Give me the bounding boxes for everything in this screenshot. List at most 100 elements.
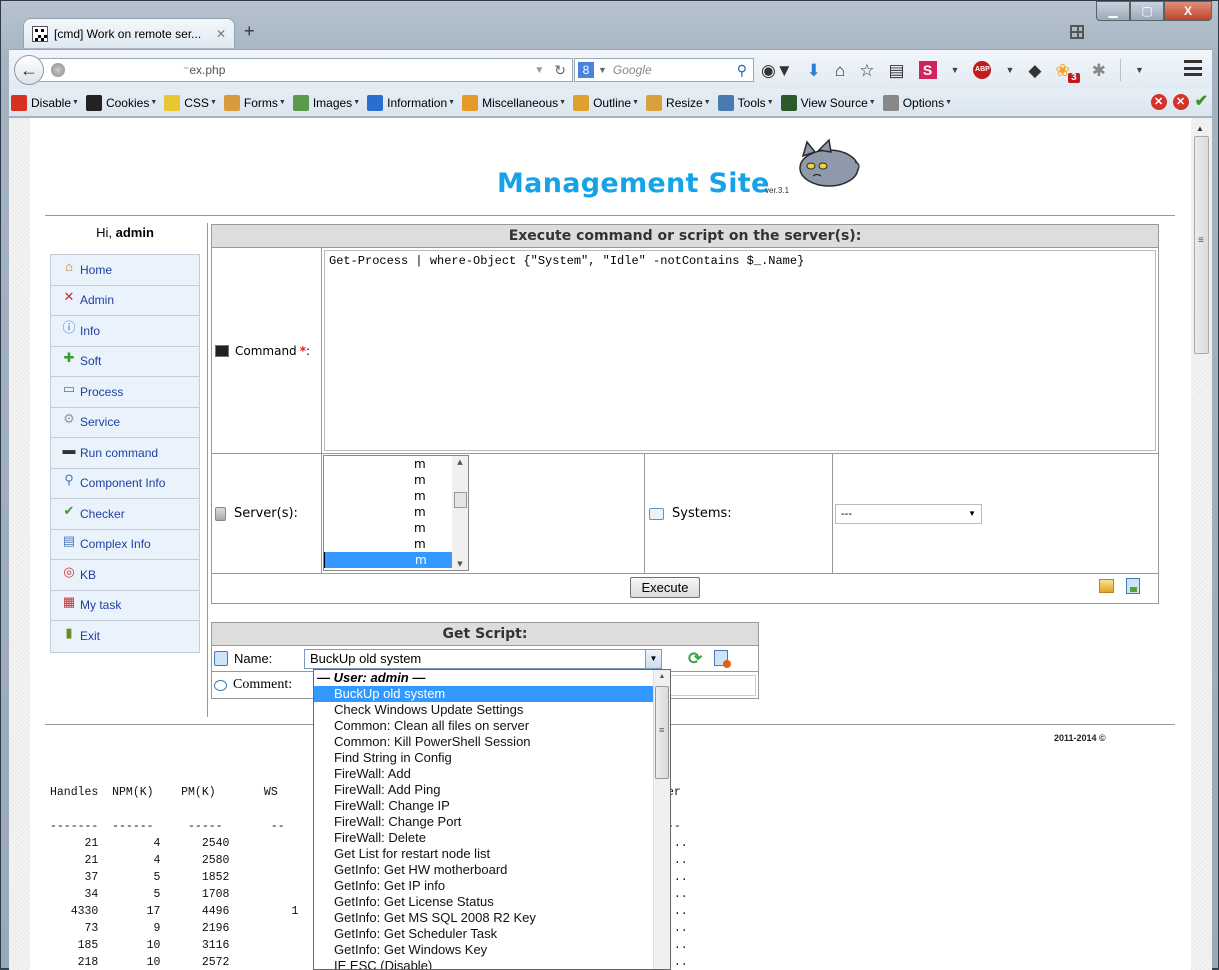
command-textarea[interactable] (324, 250, 1156, 451)
close-window-button[interactable]: X (1164, 1, 1212, 21)
dropdown-scroll-thumb[interactable] (655, 686, 669, 779)
sidebar-item-home[interactable]: ⌂ Home (51, 255, 199, 286)
delete-script-icon[interactable] (714, 650, 731, 668)
servers-listbox[interactable]: mmmmmmm ▲ ▼ (323, 455, 469, 571)
pocket-icon[interactable]: ◆ (1028, 62, 1041, 79)
script-option[interactable]: GetInfo: Get MS SQL 2008 R2 Key (314, 910, 670, 926)
home-icon[interactable]: ⌂ (835, 62, 845, 79)
script-option[interactable]: BuckUp old system (314, 686, 670, 702)
systems-select[interactable]: --- ▼ (835, 504, 982, 524)
wd-menu-view-source[interactable]: View Source ▼ (780, 94, 876, 111)
paw-addon-icon[interactable]: ❀ 3 (1055, 62, 1080, 83)
sidebar-item-my-task[interactable]: ▦ My task (51, 591, 199, 621)
page-scrollbar[interactable]: ▲ (1191, 118, 1212, 970)
site-title[interactable]: Management Site (497, 168, 770, 199)
search-engine-icon[interactable]: 8 (578, 62, 594, 78)
wd-menu-options[interactable]: Options ▼ (882, 94, 952, 111)
url-bar[interactable]: ⁻ex.php ▼ ↻ (39, 58, 573, 82)
firebug-icon[interactable]: ✱ (1092, 62, 1106, 79)
server-option[interactable]: m (324, 552, 468, 568)
search-box[interactable]: 8 ▼ Google ⚲ (574, 58, 754, 82)
script-option[interactable]: GetInfo: Get Scheduler Task (314, 926, 670, 942)
persona-icon[interactable]: ◉▼ (761, 62, 793, 79)
script-option[interactable]: Get List for restart node list (314, 846, 670, 862)
site-identity-icon[interactable] (51, 63, 65, 77)
script-option[interactable]: Common: Kill PowerShell Session (314, 734, 670, 750)
valid-check-icon[interactable]: ✔ (1195, 94, 1208, 110)
script-option[interactable]: FireWall: Delete (314, 830, 670, 846)
wd-menu-resize[interactable]: Resize ▼ (646, 94, 711, 111)
css-error-icon[interactable]: ✕ (1150, 94, 1167, 110)
script-name-select[interactable]: BuckUp old system ▼ (304, 649, 662, 669)
save-script-icon[interactable] (1126, 578, 1140, 594)
script-option[interactable]: FireWall: Change Port (314, 814, 670, 830)
dropdown-scrollbar[interactable]: ▲ (653, 670, 670, 969)
js-error-icon[interactable]: ✕ (1172, 94, 1189, 110)
script-option[interactable]: GetInfo: Get Windows Key (314, 942, 670, 958)
bookmarks-menu-icon[interactable]: ▤ (888, 62, 904, 79)
tab-close-icon[interactable]: ✕ (216, 27, 226, 41)
sidebar-item-admin[interactable]: ✕ Admin (51, 286, 199, 316)
scroll-up-icon[interactable]: ▲ (1196, 124, 1204, 133)
sidebar-item-complex-info[interactable]: ▤ Complex Info (51, 530, 199, 560)
sidebar-item-run-command[interactable]: ▬ Run command (51, 438, 199, 469)
script-option[interactable]: Check Windows Update Settings (314, 702, 670, 718)
browser-tab[interactable]: [cmd] Work on remote ser... ✕ (23, 18, 235, 48)
url-text[interactable]: ⁻ex.php (73, 63, 534, 77)
wd-menu-css[interactable]: CSS ▼ (164, 94, 217, 111)
search-engine-dropdown-icon[interactable]: ▼ (598, 65, 607, 75)
script-option[interactable]: GetInfo: Get IP info (314, 878, 670, 894)
back-button[interactable]: ← (14, 55, 44, 85)
wd-menu-tools[interactable]: Tools ▼ (717, 94, 774, 111)
wd-menu-information[interactable]: Information ▼ (367, 94, 455, 111)
wd-menu-forms[interactable]: Forms ▼ (223, 94, 286, 111)
tab-groups-icon[interactable] (1070, 25, 1084, 39)
listbox-scroll-thumb[interactable] (454, 492, 467, 508)
sidebar-item-component-info[interactable]: ⚲ Component Info (51, 469, 199, 499)
execute-button[interactable]: Execute (630, 577, 700, 598)
script-option[interactable]: Find String in Config (314, 750, 670, 766)
wd-menu-cookies[interactable]: Cookies ▼ (85, 94, 157, 111)
listbox-scroll-down-icon[interactable]: ▼ (452, 558, 468, 570)
adblock-dropdown-icon[interactable]: ▼ (1005, 65, 1014, 75)
scrollbar-thumb[interactable] (1194, 136, 1209, 354)
new-tab-button[interactable]: + (244, 21, 255, 42)
search-input[interactable]: Google (613, 63, 737, 77)
script-option[interactable]: GetInfo: Get HW motherboard (314, 862, 670, 878)
script-option[interactable]: FireWall: Add Ping (314, 782, 670, 798)
sidebar-item-exit[interactable]: ▮ Exit (51, 621, 199, 652)
bookmark-star-icon[interactable]: ☆ (859, 62, 874, 79)
servers-listbox-scrollbar[interactable]: ▲ ▼ (452, 456, 468, 570)
sidebar-item-service[interactable]: ⚙ Service (51, 408, 199, 438)
search-icon[interactable]: ⚲ (737, 62, 747, 79)
sidebar-item-kb[interactable]: ◎ KB (51, 560, 199, 591)
wd-menu-images[interactable]: Images ▼ (292, 94, 360, 111)
wd-menu-miscellaneous[interactable]: Miscellaneous ▼ (462, 94, 566, 111)
downloads-icon[interactable]: ⬇ (807, 62, 821, 79)
minimize-button[interactable]: ▁ (1096, 1, 1130, 21)
sidebar-item-soft[interactable]: ✚ Soft (51, 347, 199, 377)
server-option[interactable]: m (324, 472, 468, 488)
script-option[interactable]: FireWall: Add (314, 766, 670, 782)
refresh-icon[interactable]: ⟳ (688, 649, 702, 669)
dropdown-scroll-up-icon[interactable]: ▲ (654, 670, 670, 684)
reload-icon[interactable]: ↻ (554, 62, 566, 79)
server-option[interactable]: m (324, 488, 468, 504)
firebug-dropdown-icon[interactable]: ▼ (1135, 65, 1144, 75)
s-addon-dropdown-icon[interactable]: ▼ (951, 65, 960, 75)
script-option[interactable]: FireWall: Change IP (314, 798, 670, 814)
wd-menu-outline[interactable]: Outline ▼ (573, 94, 639, 111)
adblock-plus-icon[interactable]: ABP (973, 61, 992, 79)
server-option[interactable]: m (324, 520, 468, 536)
sidebar-item-checker[interactable]: ✔ Checker (51, 499, 199, 530)
sidebar-item-info[interactable]: ⓘ Info (51, 316, 199, 347)
script-dropdown-list[interactable]: — User: admin — BuckUp old system Check W… (313, 669, 671, 970)
server-option[interactable]: m (324, 504, 468, 520)
hamburger-menu-icon[interactable] (1184, 60, 1202, 76)
script-option[interactable]: GetInfo: Get License Status (314, 894, 670, 910)
script-option[interactable]: IE ESC (Disable) (314, 958, 670, 969)
script-option[interactable]: Common: Clean all files on server (314, 718, 670, 734)
url-history-dropdown-icon[interactable]: ▼ (534, 65, 544, 76)
listbox-scroll-up-icon[interactable]: ▲ (452, 456, 468, 468)
chevron-down-icon[interactable]: ▼ (645, 650, 661, 668)
